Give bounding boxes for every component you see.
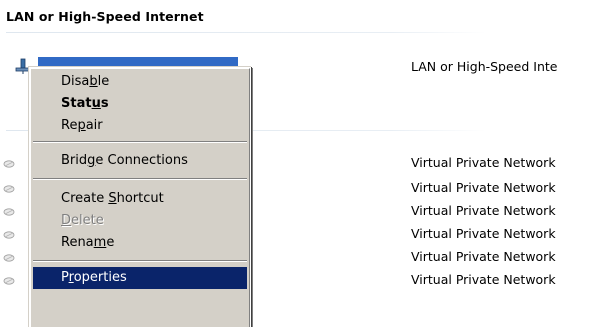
menu-item-repair[interactable]: Repair xyxy=(33,115,247,137)
vpn-connection-icon[interactable] xyxy=(2,275,16,285)
menu-item-rename[interactable]: Rename xyxy=(33,232,247,254)
vpn-connection-type: Virtual Private Network xyxy=(411,155,556,170)
menu-item-delete: Delete xyxy=(61,213,104,228)
vpn-connection-icon[interactable] xyxy=(2,183,16,193)
vpn-connection-icon[interactable] xyxy=(2,252,16,262)
context-menu: Disable Status Repair Bridge Connections… xyxy=(28,66,251,327)
menu-separator xyxy=(33,178,247,180)
vpn-connection-type: Virtual Private Network xyxy=(411,226,556,241)
vpn-connection-type: Virtual Private Network xyxy=(411,272,556,287)
vpn-connection-type: Virtual Private Network xyxy=(411,180,556,195)
menu-separator xyxy=(33,260,247,262)
vpn-connection-icon[interactable] xyxy=(2,206,16,216)
context-menu-panel: Disable Status Repair Bridge Connections… xyxy=(30,68,250,327)
vpn-connection-type: Virtual Private Network xyxy=(411,249,556,264)
menu-item-create-shortcut[interactable]: Create Shortcut xyxy=(33,188,247,210)
group-divider xyxy=(6,32,486,33)
menu-separator xyxy=(33,141,247,143)
vpn-connection-type: Virtual Private Network xyxy=(411,203,556,218)
menu-item-properties[interactable]: Properties xyxy=(33,267,247,289)
vpn-connection-icon[interactable] xyxy=(2,158,16,168)
menu-item-disable[interactable]: Disable xyxy=(33,71,247,93)
group-header: LAN or High-Speed Internet xyxy=(6,9,204,24)
vpn-connection-icon[interactable] xyxy=(2,229,16,239)
menu-item-status[interactable]: Status xyxy=(33,93,247,115)
menu-item-bridge-connections[interactable]: Bridge Connections xyxy=(33,150,247,172)
lan-connection-type: LAN or High-Speed Inte xyxy=(411,59,558,74)
